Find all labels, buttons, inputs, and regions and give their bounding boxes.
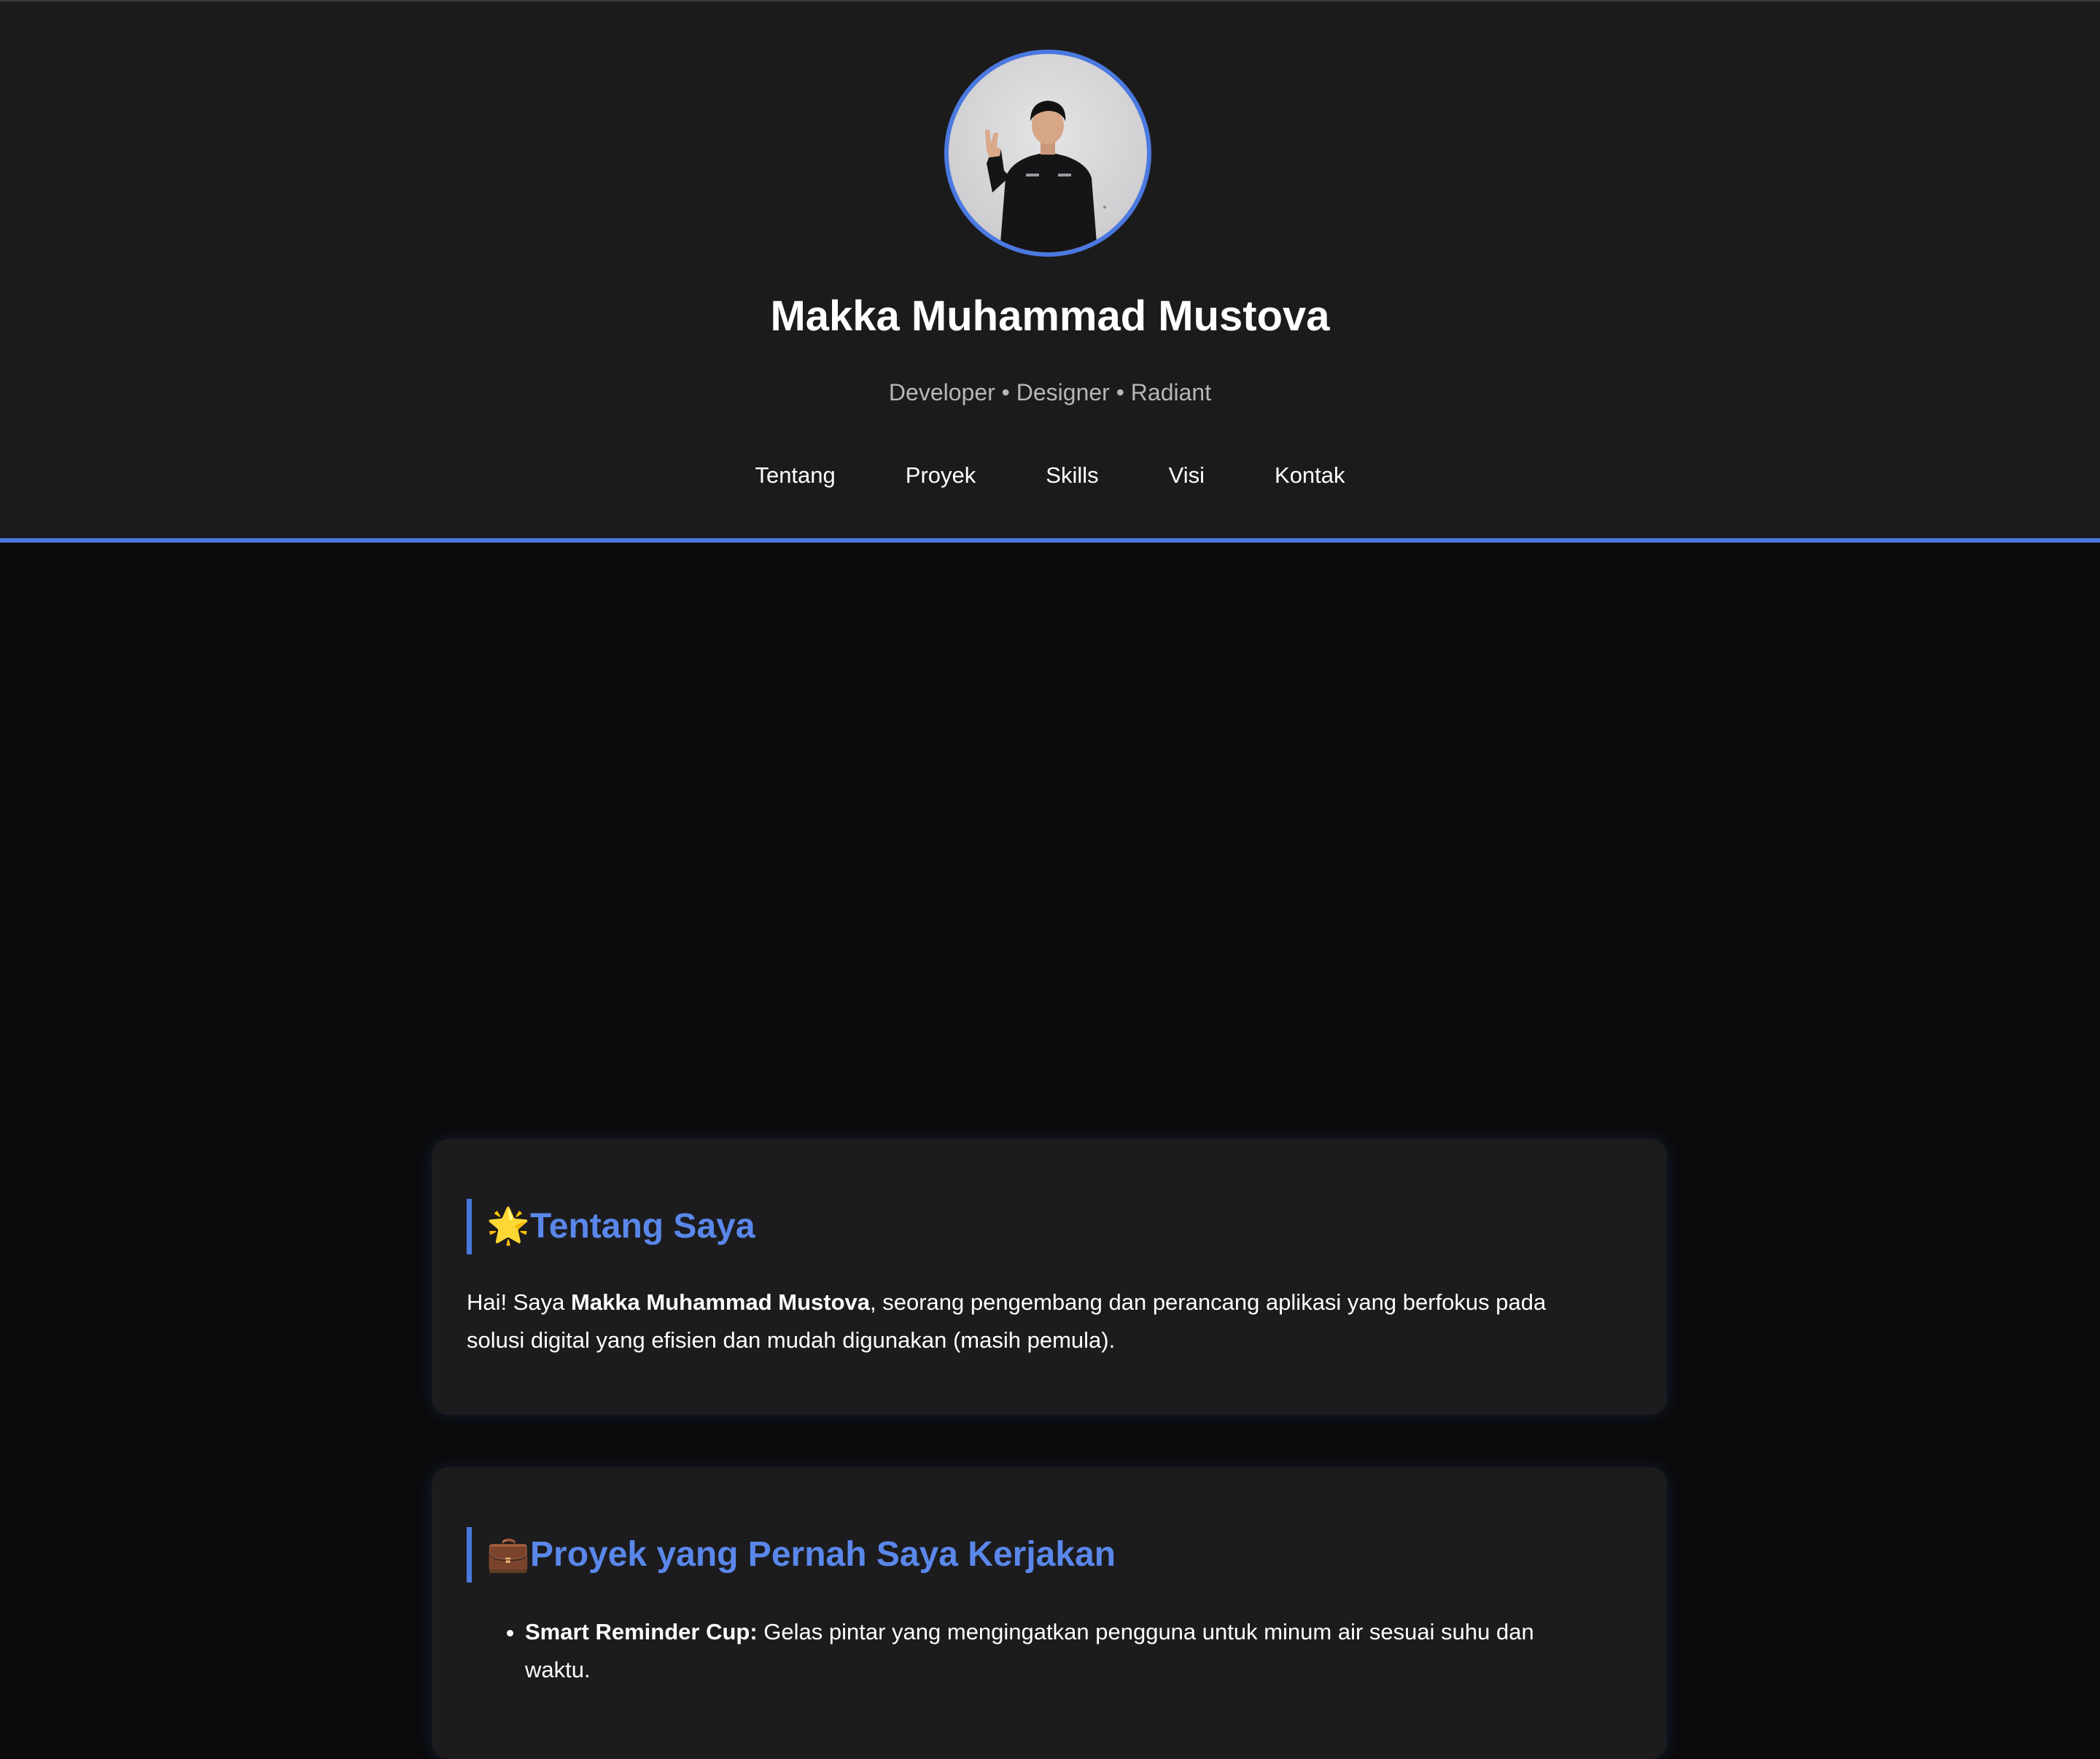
projects-heading: 💼Proyek yang Pernah Saya Kerjakan — [467, 1527, 1116, 1583]
site-header: Makka Muhammad Mustova Developer • Desig… — [0, 0, 2100, 543]
projects-title: Proyek yang Pernah Saya Kerjakan — [530, 1535, 1116, 1574]
about-text: Hai! Saya Makka Muhammad Mustova, seoran… — [467, 1284, 1587, 1359]
projects-list: Smart Reminder Cup: Gelas pintar yang me… — [467, 1613, 1572, 1689]
projects-section: 💼Proyek yang Pernah Saya Kerjakan Smart … — [432, 1467, 1667, 1759]
nav-link-tentang[interactable]: Tentang — [720, 462, 870, 489]
star-icon: 🌟 — [486, 1207, 530, 1246]
about-text-name: Makka Muhammad Mustova — [571, 1289, 871, 1315]
profile-photo — [985, 101, 1106, 252]
profile-avatar — [944, 50, 1151, 257]
profile-tagline: Developer • Designer • Radiant — [888, 379, 1212, 405]
main-nav: Tentang Proyek Skills Visi Kontak — [0, 462, 2100, 489]
project-name: Smart Reminder Cup: — [525, 1619, 758, 1645]
nav-link-proyek[interactable]: Proyek — [871, 462, 1011, 489]
about-section: 🌟Tentang Saya Hai! Saya Makka Muhammad M… — [432, 1139, 1667, 1415]
nav-link-visi[interactable]: Visi — [1134, 462, 1240, 489]
profile-name: Makka Muhammad Mustova — [770, 292, 1330, 340]
briefcase-icon: 💼 — [486, 1535, 530, 1574]
nav-link-skills[interactable]: Skills — [1011, 462, 1133, 489]
about-title: Tentang Saya — [530, 1207, 755, 1246]
about-heading: 🌟Tentang Saya — [467, 1199, 755, 1254]
list-item: Smart Reminder Cup: Gelas pintar yang me… — [525, 1613, 1572, 1689]
nav-link-kontak[interactable]: Kontak — [1240, 462, 1380, 489]
about-text-prefix: Hai! Saya — [467, 1289, 572, 1315]
